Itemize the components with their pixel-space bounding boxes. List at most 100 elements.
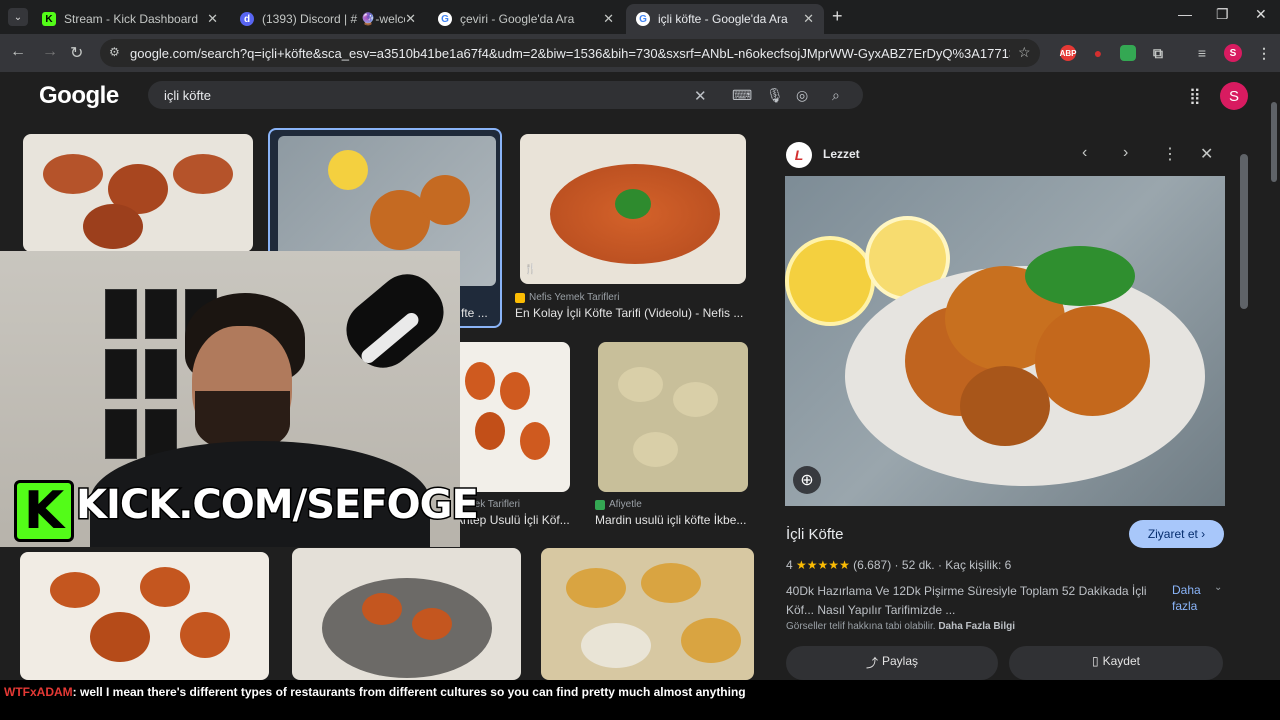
chat-text: : well I mean there's different types of… xyxy=(72,685,746,699)
close-tab-icon[interactable]: ✕ xyxy=(803,11,814,27)
kick-url: KICK.COM/SEFOGE xyxy=(75,481,481,530)
minimize-button[interactable]: — xyxy=(1178,6,1192,22)
tab-icli-kofte[interactable]: G içli köfte - Google'da Ara ✕ xyxy=(626,4,824,34)
tab-ceviri[interactable]: G çeviri - Google'da Ara ✕ xyxy=(428,4,624,34)
forward-icon[interactable]: → xyxy=(42,43,58,61)
recipe-meta: 4 ★★★★★ (6.687) · 52 dk. · Kaç kişilik: … xyxy=(786,558,1011,572)
image-result-6[interactable] xyxy=(598,342,748,492)
discord-icon: d xyxy=(240,12,254,26)
google-apps-icon[interactable]: ⣿ xyxy=(1189,86,1201,106)
recipe-description: 40Dk Hazırlama Ve 12Dk Pişirme Süresiyle… xyxy=(786,584,1147,617)
url-text: google.com/search?q=içli+köfte&sca_esv=a… xyxy=(130,45,1010,61)
kofte-image xyxy=(420,175,470,225)
google-logo[interactable]: Google xyxy=(39,82,119,110)
dumpling-image xyxy=(673,382,718,417)
keyboard-icon[interactable]: ⌨ xyxy=(732,87,752,104)
bookmark-icon: ▯ xyxy=(1092,654,1099,668)
close-tab-icon[interactable]: ✕ xyxy=(207,11,218,27)
poster-image xyxy=(145,289,177,339)
kick-icon: K xyxy=(42,12,56,26)
kofte-image xyxy=(520,422,550,460)
image-result-9[interactable] xyxy=(541,548,754,680)
voice-search-icon[interactable]: 🎙 xyxy=(766,87,784,104)
bookmark-star-icon[interactable]: ☆ xyxy=(1018,44,1031,61)
copyright-notice: Görseller telif hakkına tabi olabilir. D… xyxy=(786,621,1015,632)
lens-icon[interactable]: ◎ xyxy=(796,87,808,104)
share-button[interactable]: ⤴ Paylaş xyxy=(786,646,998,680)
review-count: (6.687) xyxy=(853,558,892,572)
microphone-image xyxy=(334,262,456,380)
extensions-puzzle-icon[interactable]: ⧉ xyxy=(1150,45,1166,61)
image-result-8[interactable] xyxy=(292,548,521,680)
lemon-image xyxy=(328,150,368,190)
lemon-image xyxy=(785,236,875,326)
adblock-icon[interactable]: ABP xyxy=(1060,45,1076,61)
image-result-1[interactable] xyxy=(23,134,253,252)
result-title[interactable]: fte ... xyxy=(461,306,501,320)
kofte-image xyxy=(90,612,150,662)
search-input[interactable]: içli köfte ✕ ⌨ 🎙 ◎ ⌕ xyxy=(148,81,863,109)
lezzet-logo-icon[interactable]: L xyxy=(786,142,812,168)
lens-search-icon[interactable]: ⊕ xyxy=(793,466,821,494)
recipe-title[interactable]: İçli Köfte xyxy=(786,526,844,543)
more-link[interactable]: Daha fazla xyxy=(1172,582,1212,614)
close-panel-icon[interactable]: ✕ xyxy=(1200,144,1213,164)
separator: · xyxy=(894,558,902,572)
close-tab-icon[interactable]: ✕ xyxy=(405,11,416,27)
kofte-image xyxy=(412,608,452,640)
tab-discord[interactable]: d (1393) Discord | # 🔮-welcome ✕ xyxy=(230,4,426,34)
search-icon[interactable]: ⌕ xyxy=(832,87,840,104)
previous-image-icon[interactable]: ‹ xyxy=(1082,144,1087,162)
source-name[interactable]: Lezzet xyxy=(823,147,860,161)
new-tab-button[interactable]: + xyxy=(832,6,843,27)
back-icon[interactable]: ← xyxy=(10,43,26,61)
close-tab-icon[interactable]: ✕ xyxy=(603,11,614,27)
kofte-image xyxy=(362,593,402,625)
restore-button[interactable]: ❐ xyxy=(1216,6,1229,23)
site-info-icon[interactable]: ⚙ xyxy=(109,45,120,59)
address-bar[interactable]: ⚙ google.com/search?q=içli+köfte&sca_esv… xyxy=(100,39,1040,67)
save-button[interactable]: ▯ Kaydet xyxy=(1009,646,1223,680)
image-result-7[interactable] xyxy=(20,552,269,680)
share-label: Paylaş xyxy=(881,654,919,668)
poster-image xyxy=(145,349,177,399)
panel-scrollbar[interactable] xyxy=(1240,138,1248,674)
more-label: Daha fazla xyxy=(1172,583,1201,613)
result-source: Afiyetle xyxy=(595,499,642,510)
tab-label: (1393) Discord | # 🔮-welcome xyxy=(262,12,405,26)
more-options-icon[interactable]: ⋮ xyxy=(1162,144,1178,164)
source-name: Afiyetle xyxy=(609,499,642,510)
page-scrollbar[interactable] xyxy=(1268,72,1280,680)
google-icon: G xyxy=(438,12,452,26)
image-result-3[interactable]: 🍴 xyxy=(520,134,746,284)
reload-icon[interactable]: ↻ xyxy=(70,43,83,63)
browser-menu-icon[interactable]: ⋮ xyxy=(1256,45,1272,61)
clear-search-icon[interactable]: ✕ xyxy=(694,87,707,105)
chevron-down-icon[interactable]: ⌄ xyxy=(1214,582,1222,593)
save-label: Kaydet xyxy=(1102,654,1140,668)
tab-strip: ⌄ K Stream - Kick Dashboard ✕ d (1393) D… xyxy=(0,0,1280,34)
tab-kick-dashboard[interactable]: K Stream - Kick Dashboard ✕ xyxy=(32,4,228,34)
profile-avatar[interactable]: S xyxy=(1224,44,1242,62)
kofte-image xyxy=(641,563,701,603)
scroll-thumb[interactable] xyxy=(1271,102,1277,182)
media-control-icon[interactable]: ≡ xyxy=(1194,45,1210,61)
next-image-icon[interactable]: › xyxy=(1123,144,1128,162)
account-avatar[interactable]: S xyxy=(1220,82,1248,110)
visit-button[interactable]: Ziyaret et › xyxy=(1129,520,1224,548)
kofte-image xyxy=(50,572,100,608)
scroll-thumb[interactable] xyxy=(1240,154,1248,309)
tab-search-button[interactable]: ⌄ xyxy=(8,8,28,26)
more-info-link[interactable]: Daha Fazla Bilgi xyxy=(938,621,1015,632)
kofte-image xyxy=(681,618,741,663)
preview-image[interactable]: ⊕ xyxy=(785,176,1225,506)
record-icon[interactable]: ● xyxy=(1090,45,1106,61)
result-title[interactable]: Mardin usulü içli köfte İkbe... xyxy=(595,513,755,527)
kofte-image xyxy=(566,568,626,608)
green-extension-icon[interactable] xyxy=(1120,45,1136,61)
parsley-image xyxy=(615,189,651,219)
kick-logo-icon: K xyxy=(14,480,74,542)
kofte-image xyxy=(180,612,230,658)
result-title[interactable]: En Kolay İçli Köfte Tarifi (Videolu) - N… xyxy=(515,306,751,320)
close-window-button[interactable]: ✕ xyxy=(1255,6,1267,23)
